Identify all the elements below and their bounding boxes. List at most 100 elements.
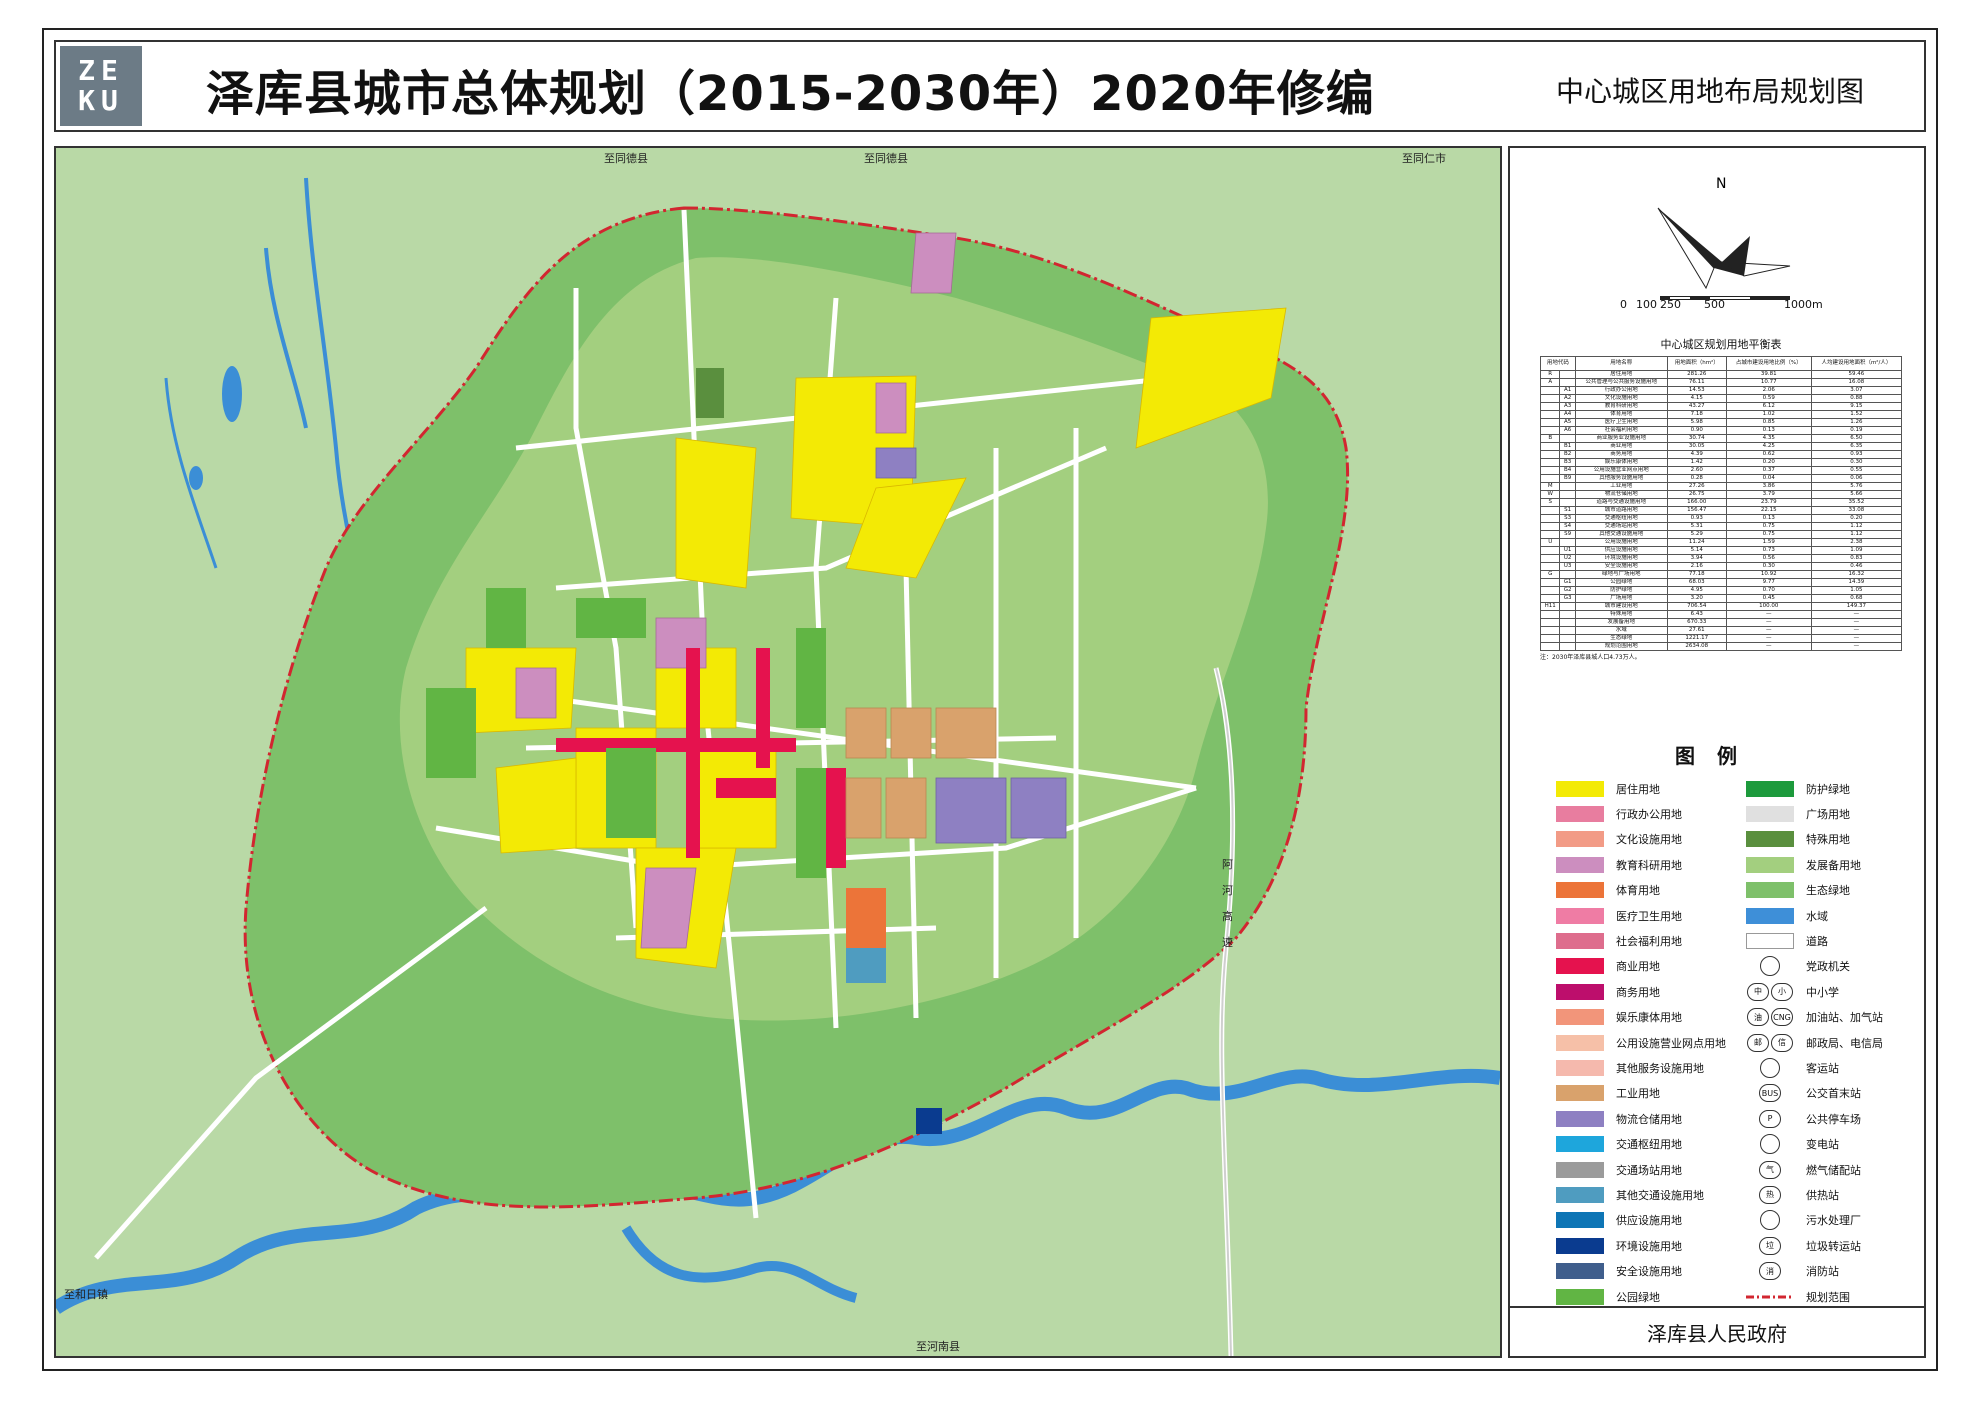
table-cell: 0.85 — [1725, 418, 1812, 427]
table-row: B2 商务用地 4.39 0.62 0.93 — [1539, 450, 1903, 459]
legend-item: 其他服务设施用地 — [1556, 1055, 1746, 1080]
legend-swatch — [1746, 907, 1794, 924]
logo-line-2: KU — [78, 84, 124, 117]
table-cell: 5.76 — [1810, 482, 1903, 491]
boundary-icon — [1746, 1287, 1794, 1307]
north-arrow-icon: N — [1657, 176, 1791, 300]
legend-swatch — [1556, 1186, 1604, 1203]
table-cell — [1539, 586, 1561, 595]
legend-label: 文化设施用地 — [1616, 833, 1682, 847]
table-cell: 4.15 — [1666, 394, 1727, 403]
balance-table-grid: 用地代码 用地名称 用地面积（hm²） 占城市建设用地比例（%） 人均建设用地面… — [1539, 356, 1903, 651]
legend-item: 社会福利用地 — [1556, 928, 1746, 953]
table-cell — [1559, 634, 1576, 643]
col-ratio: 占城市建设用地比例（%） — [1725, 356, 1812, 371]
table-cell: — — [1725, 642, 1812, 651]
table-row: B4 公用设施营业网点用地 2.60 0.37 0.55 — [1539, 466, 1903, 475]
table-cell — [1539, 642, 1561, 651]
legend-glyph: 垃 — [1759, 1236, 1781, 1255]
north-label: N — [1716, 176, 1726, 192]
table-cell: 3.86 — [1725, 482, 1812, 491]
legend-glyph: P — [1759, 1109, 1781, 1128]
legend-swatch — [1556, 1136, 1604, 1153]
table-cell: B3 — [1559, 458, 1576, 467]
table-cell: — — [1725, 634, 1812, 643]
waste-icon: 垃 — [1746, 1236, 1794, 1256]
legend-item: 生态绿地 — [1746, 878, 1936, 903]
table-cell: G — [1539, 570, 1561, 579]
table-cell: 0.59 — [1725, 394, 1812, 403]
legend-item: 其他交通设施用地 — [1556, 1182, 1746, 1207]
table-cell: 其他交通设施用地 — [1574, 530, 1668, 539]
table-cell: 1.12 — [1810, 530, 1903, 539]
scale-100: 100 — [1636, 298, 1657, 311]
table-cell: 1.12 — [1810, 522, 1903, 531]
table-cell: 供应设施用地 — [1574, 546, 1668, 555]
table-row: U2 环境设施用地 3.94 0.56 0.83 — [1539, 554, 1903, 563]
legend-item: 客运站 — [1746, 1055, 1936, 1080]
highway-label-1: 阿 — [1222, 858, 1233, 871]
legend-item: 广场用地 — [1746, 801, 1936, 826]
table-row: G1 公园绿地 68.03 9.77 14.39 — [1539, 578, 1903, 587]
table-cell: S3 — [1559, 514, 1576, 523]
legend-swatch — [1556, 1212, 1604, 1229]
legend-glyph: 油 — [1747, 1008, 1769, 1027]
table-row: W 物流仓储用地 26.75 3.79 5.66 — [1539, 490, 1903, 499]
table-cell: 2.16 — [1666, 562, 1727, 571]
table-cell: H11 — [1539, 602, 1561, 611]
table-cell: A2 — [1559, 394, 1576, 403]
table-row: 规划范围用地 2634.08— — — [1539, 642, 1903, 651]
table-cell: 0.20 — [1810, 514, 1903, 523]
table-cell: 6.50 — [1810, 434, 1903, 443]
table-cell: 23.79 — [1725, 498, 1812, 507]
table-cell: — — [1810, 642, 1903, 651]
table-row: G2 防护绿地 4.95 0.70 1.05 — [1539, 586, 1903, 595]
table-cell — [1539, 522, 1561, 531]
table-row: S9 其他交通设施用地 5.29 0.75 1.12 — [1539, 530, 1903, 539]
table-row: A3 教育科研用地 43.27 6.12 9.15 — [1539, 402, 1903, 411]
star-icon — [1746, 956, 1794, 977]
legend-label: 防护绿地 — [1806, 782, 1850, 796]
table-cell — [1539, 546, 1561, 555]
table-cell: 城市道路用地 — [1574, 506, 1668, 515]
legend-item: 消 消防站 — [1746, 1258, 1936, 1283]
table-cell: 0.46 — [1810, 562, 1903, 571]
legend-label: 教育科研用地 — [1616, 858, 1682, 872]
table-cell: B4 — [1559, 466, 1576, 475]
sewage-icon — [1746, 1210, 1794, 1231]
table-cell — [1539, 618, 1561, 627]
header: ZE KU 泽库县城市总体规划（2015-2030年）2020年修编 中心城区用… — [54, 40, 1926, 132]
table-cell: G1 — [1559, 578, 1576, 587]
legend-label: 广场用地 — [1806, 808, 1850, 822]
table-cell: 11.24 — [1666, 538, 1727, 547]
table-cell — [1559, 378, 1576, 387]
legend-item: 气 燃气储配站 — [1746, 1157, 1936, 1182]
legend-glyph: 中 — [1747, 982, 1769, 1001]
table-row: 水域 27.61— — — [1539, 626, 1903, 635]
table-row: B9 其他服务设施用地 0.28 0.04 0.06 — [1539, 474, 1903, 483]
highway-label-2: 河 — [1222, 884, 1233, 897]
legend-label: 其他交通设施用地 — [1616, 1188, 1704, 1202]
legend-glyph: CNG — [1771, 1008, 1793, 1027]
legend-label: 道路 — [1806, 935, 1828, 949]
table-cell — [1559, 370, 1576, 379]
table-cell: 0.13 — [1725, 514, 1812, 523]
table-row: R 居住用地 281.26 39.81 59.46 — [1539, 370, 1903, 379]
table-row: M 工业用地 27.26 3.86 5.76 — [1539, 482, 1903, 491]
legend-swatch — [1746, 856, 1794, 873]
table-cell: S4 — [1559, 522, 1576, 531]
legend-label: 娱乐康体用地 — [1616, 1011, 1682, 1025]
table-cell: 安全设施用地 — [1574, 562, 1668, 571]
legend-label: 变电站 — [1806, 1138, 1839, 1152]
legend-title: 图例 — [1675, 744, 1759, 768]
legend-item: 特殊用地 — [1746, 827, 1936, 852]
legend-item: 环境设施用地 — [1556, 1233, 1746, 1258]
legend-label: 工业用地 — [1616, 1087, 1660, 1101]
legend-item: 商业用地 — [1556, 954, 1746, 979]
table-cell: 2.06 — [1725, 386, 1812, 395]
table-cell: 27.61 — [1666, 626, 1727, 635]
legend-label: 垃圾转运站 — [1806, 1239, 1861, 1253]
table-row: A1 行政办公用地 14.53 2.06 3.07 — [1539, 386, 1903, 395]
land-use-map[interactable]: 至同德县 至同德县 至同仁市 至和日镇 至河南县 阿 河 高 速 — [54, 146, 1502, 1358]
legend-right-column: 防护绿地 广场用地 特殊用地 发展备用地 生态绿地 水域 道路 党政机关中小中小学油 CNG 加油… — [1746, 776, 1936, 1309]
